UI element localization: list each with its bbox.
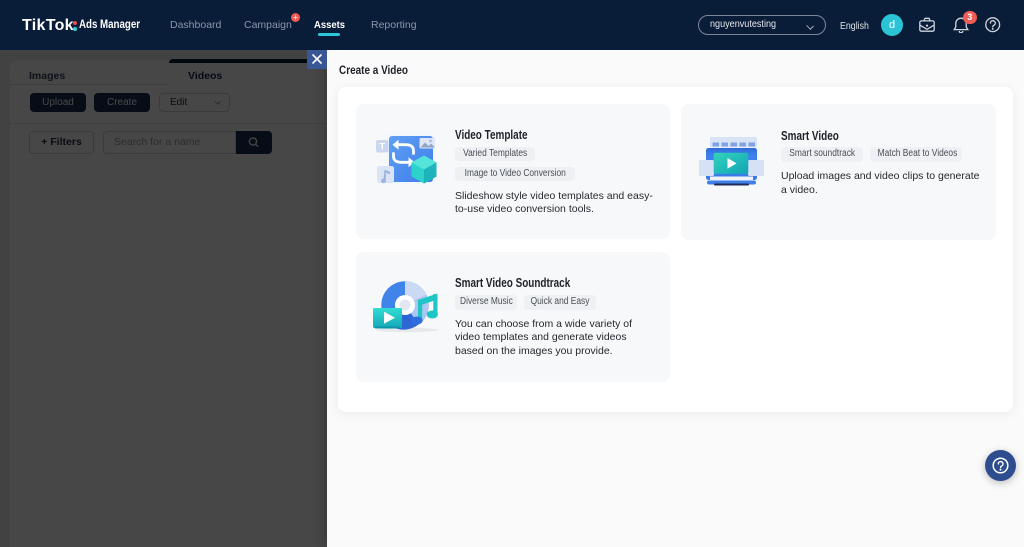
svg-text:T: T (379, 142, 385, 152)
